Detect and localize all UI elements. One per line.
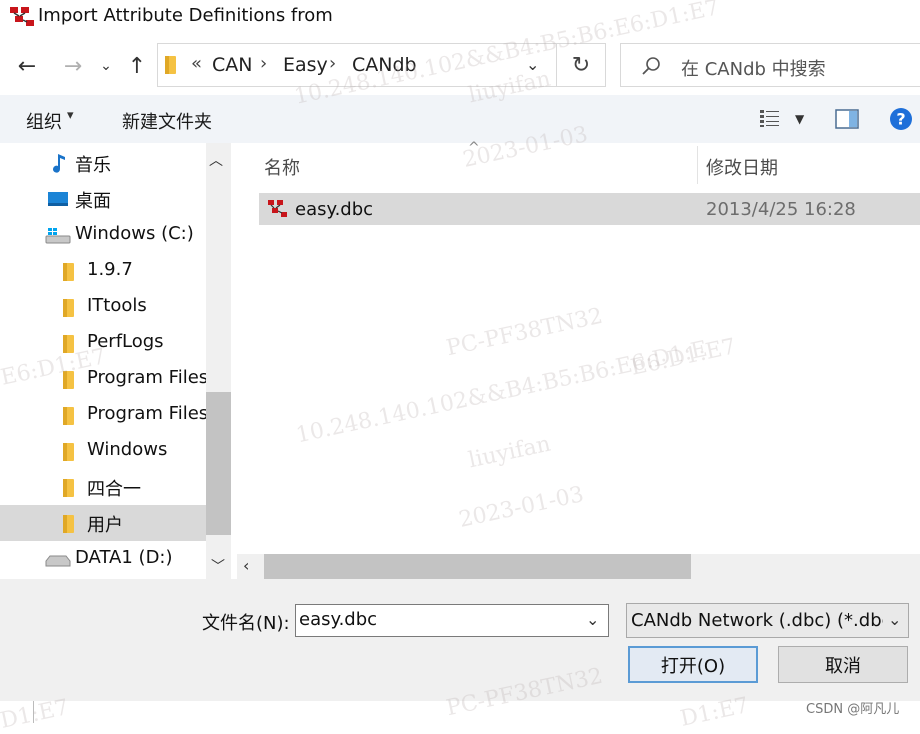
nav-item-folder[interactable]: 四合一	[0, 469, 206, 505]
nav-item-label: DATA1 (D:)	[75, 547, 173, 568]
nav-item-label: 音乐	[75, 155, 111, 176]
nav-item-label: 用户	[87, 515, 123, 536]
music-note-icon	[53, 154, 65, 173]
dbc-app-icon	[10, 7, 34, 26]
up-arrow-icon[interactable]: ↑	[124, 50, 150, 82]
recent-locations-chevron-icon[interactable]: ⌄	[96, 50, 116, 82]
breadcrumb-can[interactable]: CAN	[212, 54, 252, 76]
folder-icon	[63, 299, 74, 317]
footer-divider	[33, 701, 34, 723]
folder-icon	[63, 407, 74, 425]
folder-icon	[63, 371, 74, 389]
view-dropdown-caret-icon[interactable]: ▼	[795, 112, 804, 126]
nav-item-label: Windows	[87, 439, 168, 460]
new-folder-button[interactable]: 新建文件夹	[122, 108, 212, 134]
organize-button[interactable]: 组织	[26, 108, 62, 134]
nav-scrollbar-thumb[interactable]	[206, 392, 231, 535]
back-arrow-icon[interactable]: ←	[12, 50, 42, 82]
nav-item-label: 桌面	[75, 191, 111, 212]
nav-item-users[interactable]: 用户	[0, 505, 206, 541]
filename-dropdown-chevron-icon[interactable]: ⌄	[586, 610, 599, 629]
search-box[interactable]: 在 CANdb 中搜索	[620, 43, 920, 87]
scroll-down-chevron-icon[interactable]: ﹀	[211, 556, 225, 576]
nav-item-label: Windows (C:)	[75, 223, 194, 244]
navigation-pane[interactable]: 音乐 桌面 Windows (C:) 1.9.7 ITtools PerfLog…	[0, 143, 233, 579]
nav-item-desktop[interactable]: 桌面	[0, 181, 206, 217]
nav-item-music[interactable]: 音乐	[0, 145, 206, 181]
forward-arrow-icon[interactable]: →	[58, 50, 88, 82]
folder-icon	[63, 263, 74, 281]
nav-item-folder[interactable]: PerfLogs	[0, 325, 206, 361]
organize-caret-icon[interactable]: ▾	[67, 108, 74, 123]
folder-icon	[165, 56, 176, 74]
svg-text:?: ?	[896, 110, 905, 129]
filetype-dropdown-chevron-icon[interactable]: ⌄	[888, 610, 901, 629]
breadcrumb-easy[interactable]: Easy	[283, 54, 328, 76]
breadcrumb-chevron-icon[interactable]: ›	[260, 53, 267, 74]
breadcrumb-chevron-icon[interactable]: ›	[329, 53, 336, 74]
column-header-modified[interactable]: 修改日期	[706, 154, 778, 180]
refresh-button[interactable]: ↻	[557, 43, 606, 87]
address-dropdown-chevron-icon[interactable]: ⌄	[526, 55, 539, 74]
address-bar[interactable]: « CAN › Easy › CANdb ⌄	[157, 43, 557, 87]
refresh-icon: ↻	[571, 52, 591, 78]
file-list-hscrollbar-thumb[interactable]	[264, 554, 691, 579]
drive-d-icon	[45, 555, 71, 567]
address-overflow[interactable]: «	[191, 53, 202, 74]
help-icon[interactable]: ?	[889, 107, 913, 131]
filetype-select[interactable]: CANdb Network (.dbc) (*.dbc ⌄	[626, 603, 909, 638]
nav-item-label: 四合一	[87, 479, 141, 500]
breadcrumb-candb[interactable]: CANdb	[352, 54, 417, 76]
view-options-icon[interactable]	[759, 109, 781, 128]
csdn-credit: CSDN @阿凡儿	[806, 702, 900, 717]
filename-label: 文件名(N):	[202, 613, 290, 634]
nav-item-label: Program Files	[87, 403, 209, 424]
nav-item-label: PerfLogs	[87, 331, 164, 352]
filename-input[interactable]	[299, 609, 569, 630]
nav-item-label: Program Files	[87, 367, 209, 388]
filename-combobox[interactable]: ⌄	[295, 604, 609, 637]
footer-strip	[0, 701, 920, 723]
file-modified-date: 2013/4/25 16:28	[706, 199, 856, 220]
nav-item-label: ITtools	[87, 295, 147, 316]
folder-icon	[63, 335, 74, 353]
scroll-up-chevron-icon[interactable]: ︿	[209, 150, 223, 170]
sort-caret-icon: ^	[468, 140, 480, 156]
cancel-button[interactable]: 取消	[778, 646, 908, 683]
column-divider[interactable]	[697, 146, 698, 184]
open-button[interactable]: 打开(O)	[628, 646, 758, 683]
preview-pane-icon[interactable]	[835, 109, 859, 129]
nav-item-folder[interactable]: Program Files	[0, 397, 209, 433]
file-name[interactable]: easy.dbc	[295, 199, 373, 220]
filetype-value: CANdb Network (.dbc) (*.dbc	[631, 610, 883, 631]
folder-icon	[63, 515, 74, 533]
window-title: Import Attribute Definitions from	[38, 5, 333, 26]
nav-item-label: 1.9.7	[87, 259, 133, 280]
dbc-file-icon	[268, 200, 287, 217]
folder-icon	[63, 479, 74, 497]
nav-item-folder[interactable]: 1.9.7	[0, 253, 206, 289]
folder-icon	[63, 443, 74, 461]
scroll-left-chevron-icon[interactable]: ‹	[243, 556, 249, 575]
nav-item-folder[interactable]: Program Files	[0, 361, 209, 397]
search-placeholder[interactable]: 在 CANdb 中搜索	[681, 55, 826, 81]
nav-item-windows-c[interactable]: Windows (C:)	[0, 217, 206, 253]
nav-item-folder[interactable]: Windows	[0, 433, 206, 469]
nav-item-data1-d[interactable]: DATA1 (D:)	[0, 541, 206, 577]
nav-item-folder[interactable]: ITtools	[0, 289, 206, 325]
drive-c-icon	[45, 228, 71, 244]
desktop-icon	[48, 192, 68, 206]
column-header-name[interactable]: 名称	[264, 154, 300, 180]
search-icon	[642, 57, 660, 75]
